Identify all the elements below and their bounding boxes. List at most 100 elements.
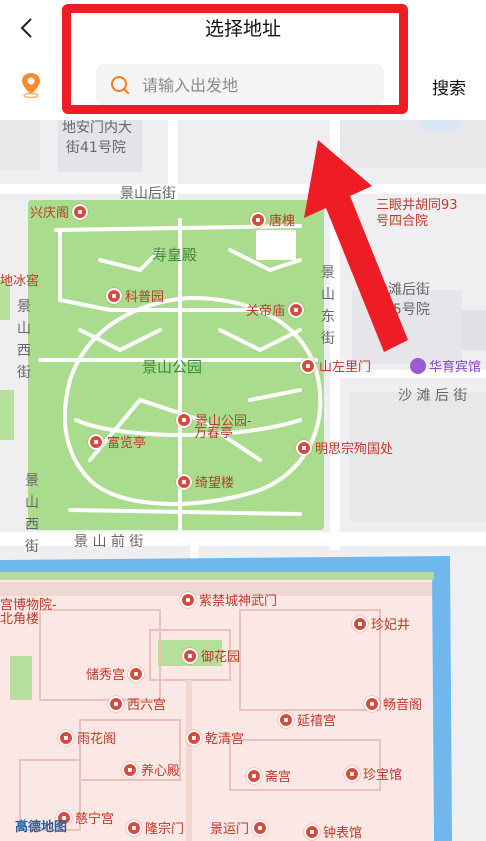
- landmark-pin-icon: [252, 819, 269, 836]
- street-label: 景山西街: [25, 473, 39, 555]
- poi-marker[interactable]: 储秀宫: [86, 664, 145, 683]
- poi-marker[interactable]: 养心殿: [122, 760, 180, 779]
- landmark-pin-icon: [108, 695, 124, 712]
- landmark-pin-icon: [106, 287, 122, 304]
- poi-marker[interactable]: 珍宝馆: [344, 764, 402, 783]
- poi-label: 富览亭: [107, 436, 147, 451]
- page-title: 选择地址: [204, 18, 281, 40]
- poi-marker[interactable]: 富览亭: [88, 432, 146, 451]
- landmark-pin-icon: [58, 729, 74, 746]
- map-label: 55号院: [384, 302, 430, 318]
- header-bar: 选择地址 搜索: [0, 0, 486, 120]
- street-label: 景 山 前 街: [74, 534, 144, 550]
- poi-label: 隆宗门: [145, 822, 185, 837]
- hotel-marker[interactable]: 华育宾馆: [410, 356, 481, 375]
- landmark-pin-icon: [300, 357, 316, 374]
- landmark-pin-icon: [126, 819, 142, 836]
- poi-label: 山左里门: [319, 360, 372, 375]
- logo-arrow-icon: [14, 818, 26, 830]
- poi-label: 西六宫: [127, 698, 167, 713]
- poi-marker[interactable]: 地冰窖: [0, 270, 39, 289]
- landmark-pin-icon: [304, 823, 320, 840]
- map-logo: 高德地图: [12, 816, 67, 835]
- poi-marker[interactable]: 明思宗殉国处: [296, 438, 393, 457]
- poi-marker[interactable]: 御花园: [182, 646, 240, 665]
- landmark-pin-icon: [88, 433, 104, 450]
- poi-label: 雨花阁: [77, 732, 117, 747]
- poi-label: 科普园: [125, 290, 165, 305]
- street-label: 景山东街: [321, 265, 335, 347]
- landmark-pin-icon: [122, 761, 138, 778]
- poi-marker[interactable]: 绮望楼: [176, 472, 234, 491]
- poi-label: 紫禁城神武门: [199, 594, 278, 609]
- landmark-pin-icon: [288, 301, 305, 318]
- poi-label: 珍妃井: [371, 618, 411, 633]
- landmark-pin-icon: [180, 591, 196, 608]
- poi-marker[interactable]: 紫禁城神武门: [180, 590, 277, 609]
- search-button[interactable]: 搜索: [424, 72, 474, 100]
- street-label: 景山后街: [120, 186, 176, 202]
- location-pin-icon[interactable]: [20, 72, 42, 98]
- landmark-pin-icon: [344, 765, 360, 782]
- poi-label[interactable]: 号四合院: [376, 214, 428, 230]
- poi-marker[interactable]: 兴庆阁: [30, 202, 89, 221]
- street-label: 沙 滩 后 街: [398, 388, 468, 404]
- poi-label: 畅音阁: [383, 698, 423, 713]
- landmark-pin-icon: [352, 615, 368, 632]
- poi-label: 斋宫: [265, 770, 292, 785]
- map-view[interactable]: 地安门内大 街41号院 景山后街 寿皇殿 景山公园 沙滩后街 55号院 沙 滩 …: [0, 120, 486, 841]
- poi-label: 北角楼: [0, 612, 40, 627]
- map-label: 街41号院: [66, 140, 126, 156]
- landmark-pin-icon: [186, 729, 202, 746]
- landmark-pin-icon: [176, 411, 192, 428]
- poi-label: 关帝庙: [246, 304, 286, 319]
- poi-label: 珍宝馆: [363, 768, 403, 783]
- poi-label: 储秀宫: [86, 668, 126, 683]
- poi-label[interactable]: 三眼井胡同93: [376, 198, 458, 214]
- poi-label: 兴庆阁: [30, 206, 70, 221]
- landmark-pin-icon: [250, 211, 266, 228]
- poi-label: 明思宗殉国处: [315, 442, 394, 457]
- landmark-pin-icon: [364, 695, 380, 712]
- search-box[interactable]: [96, 64, 384, 106]
- poi-label: 地冰窖: [0, 274, 40, 289]
- poi-label: 养心殿: [141, 764, 181, 779]
- poi-label: 景运门: [210, 822, 250, 837]
- search-icon: [111, 76, 129, 94]
- poi-marker[interactable]: 畅音阁: [364, 694, 422, 713]
- poi-marker[interactable]: 山左里门: [300, 356, 371, 375]
- poi-marker[interactable]: 钟表馆: [304, 822, 362, 841]
- landmark-pin-icon: [128, 665, 145, 682]
- park-label: 寿皇殿: [152, 246, 198, 264]
- poi-label: 延禧宫: [297, 714, 337, 729]
- poi-marker[interactable]: 西六宫: [108, 694, 166, 713]
- poi-marker[interactable]: 科普园: [106, 286, 164, 305]
- poi-marker[interactable]: 斋宫: [246, 766, 291, 785]
- poi-marker[interactable]: 雨花阁: [58, 728, 116, 747]
- poi-label: 御花园: [201, 650, 241, 665]
- poi-label: 乾清宫: [205, 732, 245, 747]
- poi-marker[interactable]: 延禧宫: [278, 710, 336, 729]
- map-label: 沙滩后街: [374, 282, 430, 298]
- street-label: 景山西街: [17, 299, 31, 381]
- hotel-label: 华育宾馆: [429, 360, 482, 375]
- poi-label: 唐槐: [269, 214, 296, 229]
- park-label: 景山公园: [142, 358, 203, 376]
- poi-marker[interactable]: 唐槐: [250, 210, 295, 229]
- map-label: 地安门内大: [62, 120, 132, 136]
- poi-label: 万春亭: [194, 426, 234, 441]
- landmark-pin-icon: [246, 767, 262, 784]
- poi-marker[interactable]: 北角楼: [0, 608, 39, 627]
- landmark-pin-icon: [182, 647, 198, 664]
- poi-marker[interactable]: 关帝庙: [246, 300, 305, 319]
- search-input[interactable]: [142, 70, 372, 100]
- landmark-pin-icon: [278, 711, 294, 728]
- poi-label: 绮望楼: [195, 476, 235, 491]
- landmark-pin-icon: [296, 439, 312, 456]
- landmark-pin-icon: [72, 203, 89, 220]
- poi-marker[interactable]: 乾清宫: [186, 728, 244, 747]
- poi-marker[interactable]: 隆宗门: [126, 818, 184, 837]
- poi-marker[interactable]: 珍妃井: [352, 614, 410, 633]
- hotel-pin-icon: [410, 357, 426, 374]
- poi-marker[interactable]: 景运门: [210, 818, 269, 837]
